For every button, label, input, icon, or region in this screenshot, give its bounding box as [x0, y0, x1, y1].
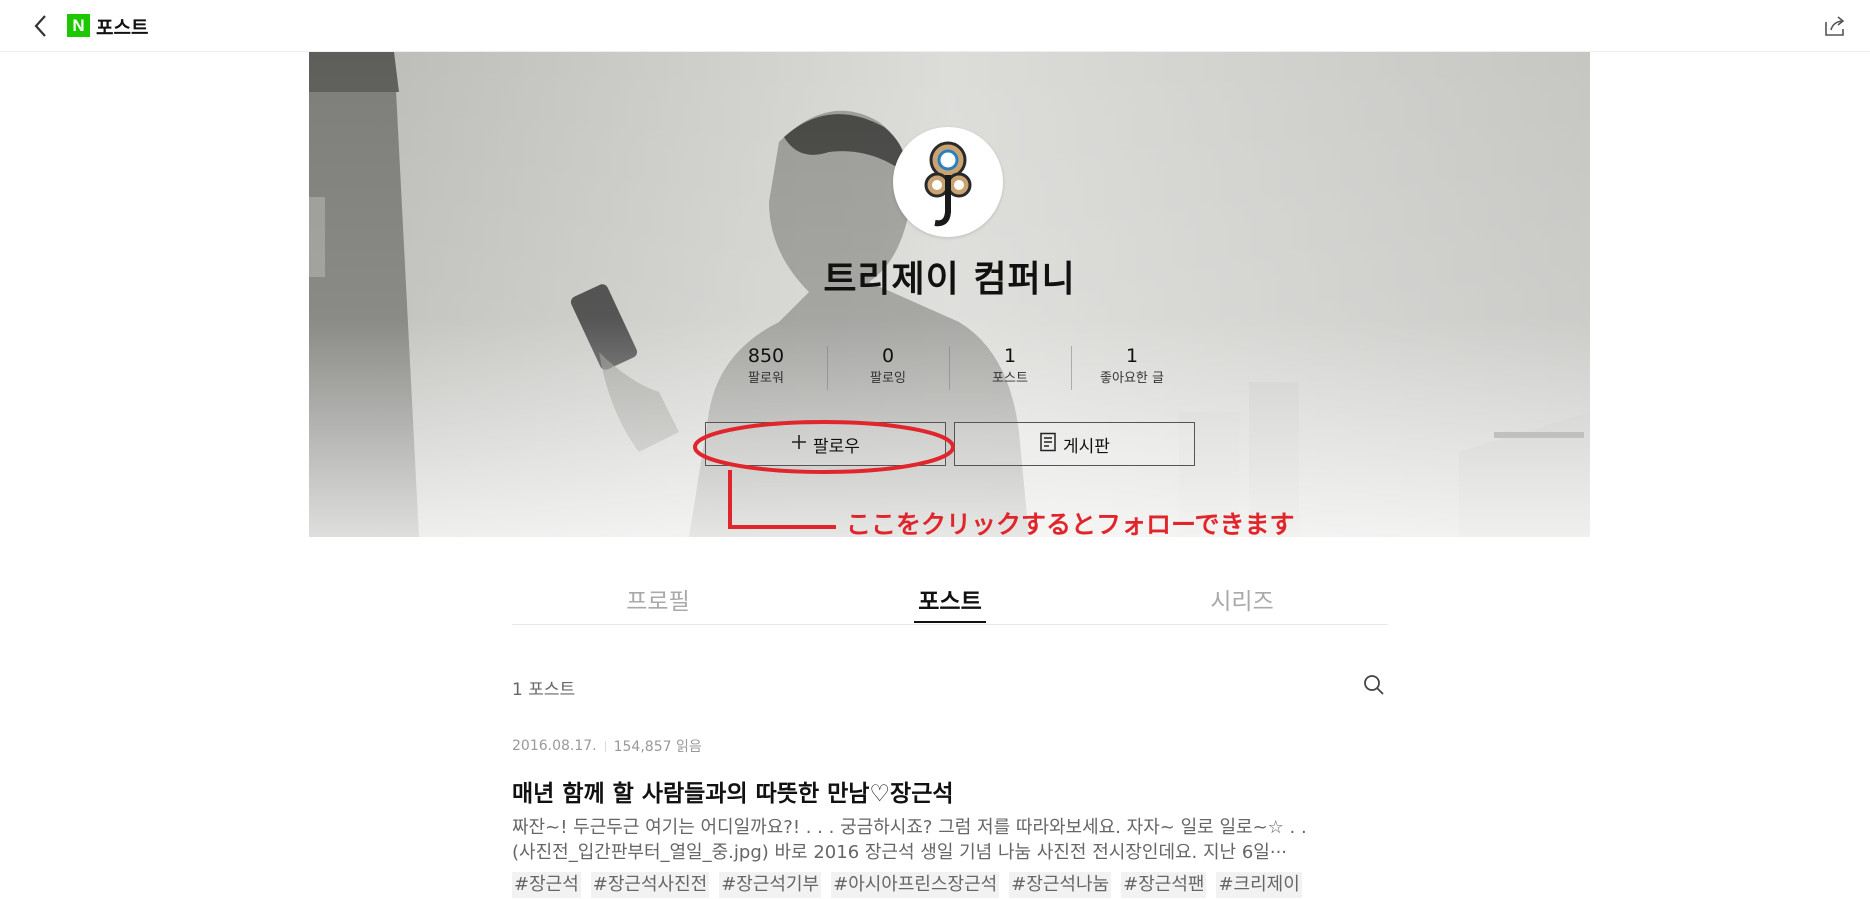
tag[interactable]: #크리제이: [1216, 872, 1302, 898]
profile-stats: 850 팔로워 0 팔로잉 1 포스트 1 좋아요한 글: [705, 344, 1193, 390]
top-bar: N 포스트: [0, 0, 1870, 52]
tag[interactable]: #장근석기부: [719, 872, 822, 898]
profile-name: 트리제이 컴퍼니: [823, 259, 1076, 300]
naver-logo[interactable]: N: [67, 14, 90, 37]
post-title[interactable]: 매년 함께 할 사람들과의 따뜻한 만남♡장근석: [512, 774, 954, 808]
stat-value: 1: [1125, 345, 1139, 367]
stat-value: 1: [1003, 345, 1017, 367]
tab-profile[interactable]: 프로필: [512, 585, 804, 624]
tab-series[interactable]: 시리즈: [1096, 585, 1388, 624]
app-title[interactable]: 포스트: [96, 13, 148, 40]
post-views: 154,857 읽음: [613, 739, 702, 755]
share-icon[interactable]: [1822, 14, 1848, 38]
tab-label: 시리즈: [1210, 589, 1274, 615]
tab-posts[interactable]: 포스트: [804, 585, 1096, 624]
document-icon: [1039, 432, 1057, 457]
follow-button[interactable]: 팔로우: [705, 422, 946, 466]
meta-divider: [604, 740, 606, 752]
stat-liked-posts[interactable]: 1 좋아요한 글: [1071, 344, 1193, 390]
post-summary-line: 짜잔~! 두근두근 여기는 어디일까요?! . . . 궁금하시죠? 그럼 저를…: [512, 817, 1307, 838]
post-summary[interactable]: 짜잔~! 두근두근 여기는 어디일까요?! . . . 궁금하시죠? 그럼 저를…: [512, 815, 1392, 865]
back-chevron-icon[interactable]: [30, 12, 54, 40]
post-tags: #장근석 #장근석사진전 #장근석기부 #아시아프린스장근석 #장근석나눔 #장…: [512, 872, 1302, 898]
post-date: 2016.08.17.: [512, 738, 597, 754]
stat-value: 850: [747, 345, 785, 367]
post-summary-line: (사진전_입간판부터_열일_중.jpg) 바로 2016 장근석 생일 기념 나…: [512, 842, 1288, 863]
stat-following[interactable]: 0 팔로잉: [827, 344, 949, 390]
tag[interactable]: #장근석팬: [1121, 872, 1207, 898]
tag[interactable]: #장근석사진전: [590, 872, 710, 898]
profile-cover: 트리제이 컴퍼니 850 팔로워 0 팔로잉 1 포스트 1 좋아요한 글 팔로…: [309, 52, 1590, 537]
stat-value: 0: [881, 345, 895, 367]
stat-label: 팔로잉: [870, 371, 906, 386]
tag[interactable]: #아시아프린스장근석: [831, 872, 1000, 898]
board-button[interactable]: 게시판: [954, 422, 1195, 466]
profile-tabs: 프로필 포스트 시리즈: [512, 585, 1388, 625]
follow-button-label: 팔로우: [813, 436, 860, 457]
stat-label: 좋아요한 글: [1100, 371, 1164, 386]
search-icon[interactable]: [1362, 673, 1386, 697]
profile-avatar[interactable]: [893, 127, 1003, 237]
tag[interactable]: #장근석나눔: [1009, 872, 1112, 898]
stat-label: 포스트: [992, 371, 1028, 386]
post-meta: 2016.08.17. 154,857 읽음: [512, 736, 702, 756]
stat-label: 팔로워: [748, 371, 784, 386]
tab-label: 포스트: [914, 585, 986, 623]
stat-posts[interactable]: 1 포스트: [949, 344, 1071, 390]
tab-label: 프로필: [626, 589, 690, 615]
post-count: 1 포스트: [512, 680, 576, 700]
board-button-label: 게시판: [1063, 436, 1110, 457]
plus-icon: [791, 434, 807, 455]
tag[interactable]: #장근석: [512, 872, 581, 898]
stat-followers[interactable]: 850 팔로워: [705, 344, 827, 390]
